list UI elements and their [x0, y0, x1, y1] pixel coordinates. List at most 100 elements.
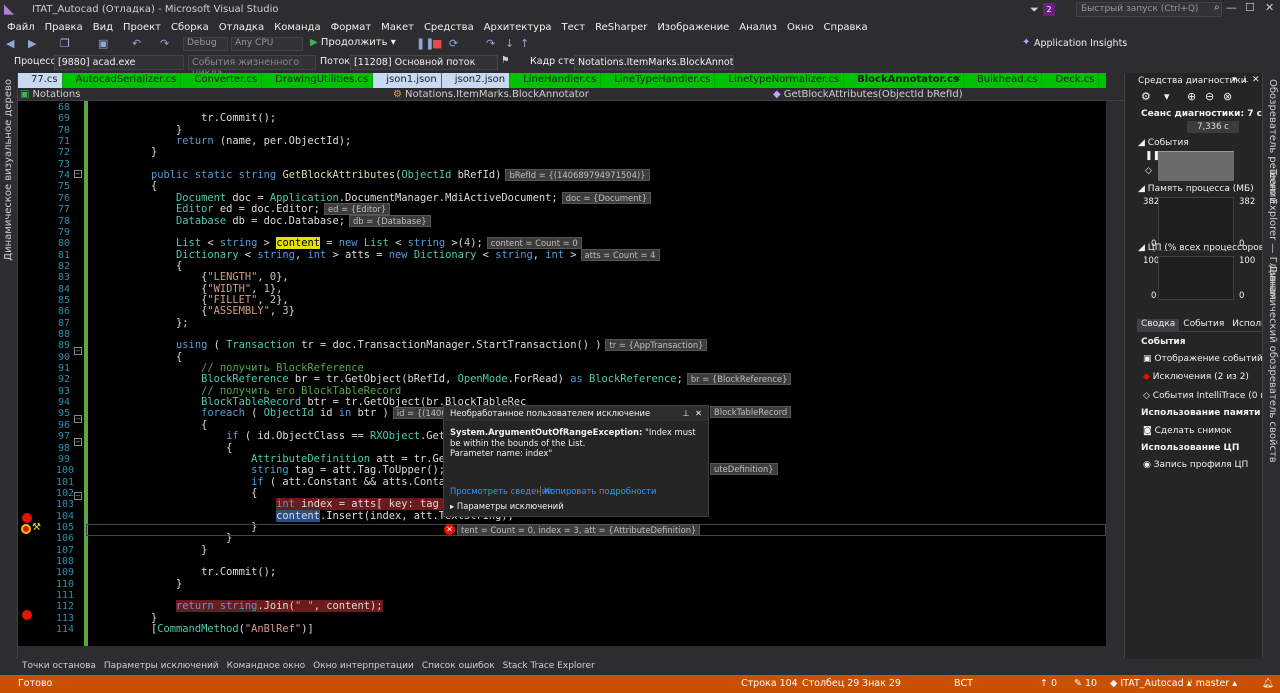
menu-item[interactable]: Тест: [557, 21, 591, 34]
code-text[interactable]: }: [126, 578, 182, 590]
collapse-events-icon[interactable]: ◢: [1138, 138, 1145, 148]
code-text[interactable]: using ( Transaction tr = doc.Transaction…: [126, 339, 708, 352]
document-tab[interactable]: AutocadSerializer.cs: [63, 73, 182, 88]
code-line[interactable]: 107 }: [18, 544, 1106, 556]
code-line[interactable]: 74 public static string GetBlockAttribut…: [18, 169, 1106, 182]
config-dropdown[interactable]: Debug: [183, 37, 228, 51]
document-tab[interactable]: Deck.cs: [1042, 73, 1100, 88]
menu-item[interactable]: Формат: [326, 21, 377, 34]
minimize-button[interactable]: —: [1226, 1, 1237, 14]
status-pencil-icon[interactable]: ✎ 10: [1074, 678, 1097, 689]
process-dropdown[interactable]: [9880] acad.exe: [54, 55, 184, 70]
pin-icon[interactable]: ⊥: [682, 408, 689, 418]
undo-icon[interactable]: ↶: [132, 37, 141, 50]
panel-close-icon[interactable]: ✕: [1252, 75, 1260, 85]
close-window-button[interactable]: ✕: [1265, 1, 1274, 14]
step-out-icon[interactable]: ↑: [520, 37, 529, 50]
menu-item[interactable]: Анализ: [734, 21, 782, 34]
back-icon[interactable]: ◀: [6, 37, 14, 50]
live-property-explorer-tab[interactable]: Динамический обозреватель свойств: [1263, 265, 1280, 463]
code-line[interactable]: 72 }: [18, 146, 1106, 158]
zoom-out-icon[interactable]: ⊖: [1205, 90, 1214, 103]
tab-summary[interactable]: Сводка: [1137, 319, 1180, 331]
status-push-icon[interactable]: ↑ 0: [1040, 678, 1057, 689]
bottom-tab[interactable]: Список ошибок: [418, 659, 499, 675]
new-project-icon[interactable]: ❐: [60, 37, 70, 50]
bottom-tab[interactable]: Параметры исключений: [100, 659, 223, 675]
exceptions-item[interactable]: ◆ Исключения (2 из 2): [1143, 372, 1249, 382]
record-cpu-profile-item[interactable]: ◉ Запись профиля ЦП: [1143, 460, 1248, 470]
bottom-tab[interactable]: Окно интерпретации: [309, 659, 418, 675]
code-line[interactable]: 71 return (name, per.ObjectId);: [18, 135, 1106, 147]
step-over-icon[interactable]: ↷: [486, 37, 495, 50]
att-datatip[interactable]: uteDefinition}: [710, 463, 778, 475]
status-branch[interactable]: ⑂ master ▴: [1187, 678, 1237, 689]
document-tab[interactable]: json1.json: [373, 73, 442, 88]
document-tab[interactable]: json2.json: [441, 73, 511, 88]
menu-item[interactable]: Изображение: [652, 21, 734, 34]
stop-icon[interactable]: ■: [432, 37, 442, 50]
menu-item[interactable]: Окно: [782, 21, 819, 34]
code-text[interactable]: Editor ed = doc.Editor; ed = {Editor}: [126, 203, 391, 216]
document-tab[interactable]: LineTypeHandler.cs: [601, 73, 716, 88]
code-text[interactable]: return string.Join(" ", content);: [126, 600, 383, 613]
document-tab[interactable]: LineHandler.cs: [510, 73, 602, 88]
menu-item[interactable]: Архитектура: [479, 21, 557, 34]
project-nav-dropdown[interactable]: ▣ Notations: [18, 89, 373, 100]
menu-item[interactable]: Проект: [118, 21, 166, 34]
menu-item[interactable]: ReSharper: [590, 21, 652, 34]
menu-item[interactable]: Макет: [376, 21, 419, 34]
close-popup-icon[interactable]: ✕: [695, 408, 702, 418]
restart-icon[interactable]: ⟳: [449, 37, 458, 50]
code-text[interactable]: };: [126, 317, 189, 329]
copy-details-link[interactable]: Копировать подробности: [540, 486, 657, 496]
take-snapshot-item[interactable]: ◙ Сделать снимок: [1143, 426, 1232, 436]
code-line[interactable]: 87 };: [18, 317, 1106, 329]
code-text[interactable]: Database db = doc.Database; db = {Databas…: [126, 214, 431, 227]
notifications-badge[interactable]: 2: [1043, 3, 1055, 16]
code-text[interactable]: public static string GetBlockAttributes(…: [126, 169, 650, 182]
code-line[interactable]: 78 Database db = doc.Database; db = {Data…: [18, 214, 1106, 227]
code-line[interactable]: 86 {"ASSEMBLY", 3}: [18, 305, 1106, 317]
bottom-tab[interactable]: Stack Trace Explorer: [499, 659, 599, 675]
code-line[interactable]: 83 {"LENGTH", 0},: [18, 271, 1106, 283]
btr-datatip[interactable]: BlockTableRecord: [710, 406, 792, 418]
menu-item[interactable]: Правка: [40, 21, 88, 34]
filter-thread-icon[interactable]: ⚑: [501, 55, 510, 66]
maximize-button[interactable]: ☐: [1245, 1, 1255, 14]
zoom-in-icon[interactable]: ⊕: [1187, 90, 1196, 103]
show-events-item[interactable]: ▣ Отображение событий (3: [1143, 354, 1262, 364]
class-nav-dropdown[interactable]: ⚙ Notations.ItemMarks.BlockAnnotator: [373, 89, 753, 100]
code-area[interactable]: 68 69 tr.Commit(); 70 } 71 return (name, pe…: [18, 101, 1106, 646]
application-insights-button[interactable]: Application Insights: [1034, 38, 1127, 49]
quick-launch-input[interactable]: Быстрый запуск (Ctrl+Q): [1076, 2, 1222, 17]
code-text[interactable]: [CommandMethod("AnBlRef")]: [126, 623, 314, 635]
redo-icon[interactable]: ↷: [160, 37, 169, 50]
bottom-tab[interactable]: Точки останова: [18, 659, 100, 675]
forward-icon[interactable]: ▶: [28, 37, 36, 50]
exception-marker-icon[interactable]: ✕: [444, 524, 455, 535]
live-visual-tree-tab[interactable]: Динамическое визуальное дерево: [0, 79, 18, 261]
menu-item[interactable]: Отладка: [214, 21, 269, 34]
collapse-cpu-icon[interactable]: ◢: [1138, 243, 1145, 253]
document-tab[interactable]: Converter.cs: [181, 73, 263, 88]
collapse-memory-icon[interactable]: ◢: [1138, 184, 1145, 194]
code-text[interactable]: }: [126, 544, 207, 556]
settings-gear-icon[interactable]: ⚙: [1141, 90, 1151, 103]
thread-dropdown[interactable]: [11208] Основной поток: [350, 55, 498, 70]
code-text[interactable]: Dictionary < string, int > atts = new Di…: [126, 248, 660, 261]
lifecycle-events-dropdown[interactable]: События жизненного цикла: [188, 55, 316, 79]
bottom-tab[interactable]: Командное окно: [223, 659, 309, 675]
code-text[interactable]: return (name, per.ObjectId);: [126, 135, 351, 147]
document-tab[interactable]: LinetypeNormalizer.cs: [715, 73, 845, 88]
search-icon[interactable]: ⌕: [1214, 2, 1220, 13]
menu-item[interactable]: Вид: [88, 21, 118, 34]
platform-dropdown[interactable]: Any CPU: [231, 37, 303, 51]
menu-item[interactable]: Сборка: [166, 21, 214, 34]
filter-icon[interactable]: ⏷: [1030, 3, 1039, 17]
status-bell-icon[interactable]: 🔔︎: [1262, 678, 1274, 689]
code-text[interactable]: {"ASSEMBLY", 3}: [126, 305, 295, 317]
reset-zoom-icon[interactable]: ⊗: [1223, 90, 1232, 103]
line104-datatip[interactable]: tent = Count = 0, index = 3, att = {Attr…: [457, 524, 701, 536]
menu-item[interactable]: Справка: [819, 21, 873, 34]
